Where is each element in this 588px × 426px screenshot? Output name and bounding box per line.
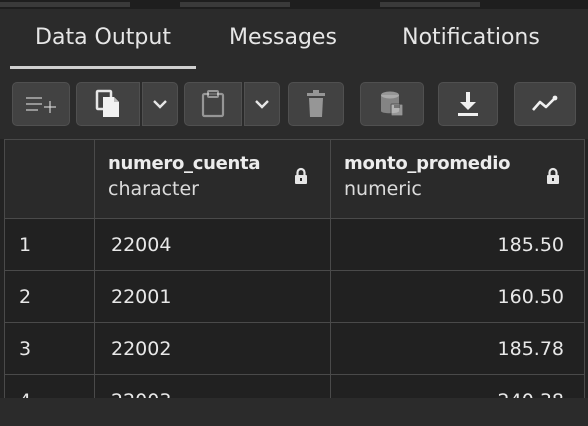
cell-monto-promedio[interactable]: 160.50 xyxy=(330,270,585,323)
tab-data-output-label: Data Output xyxy=(35,25,171,50)
table-row[interactable]: 1 22004 185.50 xyxy=(4,218,585,271)
table-row[interactable]: 3 22002 185.78 xyxy=(4,322,585,375)
column-header-monto-promedio[interactable]: monto_promedio numeric xyxy=(330,139,585,219)
graph-visualiser-button[interactable] xyxy=(514,82,576,126)
row-number[interactable]: 3 xyxy=(4,322,95,375)
tab-notifications[interactable]: Notifications xyxy=(378,9,564,73)
delete-icon xyxy=(307,90,325,117)
download-button[interactable] xyxy=(438,82,498,126)
lock-icon xyxy=(547,167,559,184)
copy-button[interactable] xyxy=(76,82,140,126)
graph-icon xyxy=(532,95,558,111)
column-header-numero-cuenta[interactable]: numero_cuenta character xyxy=(94,139,331,219)
row-number-header[interactable] xyxy=(4,139,95,219)
cell-monto-promedio[interactable]: 185.50 xyxy=(330,218,585,271)
lock-icon xyxy=(295,167,307,184)
data-output-toolbar xyxy=(0,73,588,139)
grid-empty-area xyxy=(0,398,588,426)
paste-options-dropdown[interactable] xyxy=(244,82,280,126)
paste-button[interactable] xyxy=(184,82,242,126)
tab-messages-label: Messages xyxy=(229,25,337,50)
copy-options-dropdown[interactable] xyxy=(142,82,178,126)
chevron-down-icon xyxy=(255,100,269,109)
delete-row-button[interactable] xyxy=(288,82,344,126)
results-tab-bar: Data Output Messages Notifications xyxy=(0,9,588,73)
chevron-down-icon xyxy=(153,100,167,109)
tab-messages[interactable]: Messages xyxy=(210,9,356,73)
grid-header-row: numero_cuenta character monto_promedio n… xyxy=(4,139,585,219)
cell-numero-cuenta[interactable]: 22004 xyxy=(94,218,331,271)
query-results-panel: Data Output Messages Notifications numer… xyxy=(0,0,588,426)
cell-numero-cuenta[interactable]: 22002 xyxy=(94,322,331,375)
paste-icon xyxy=(201,90,225,118)
tab-data-output[interactable]: Data Output xyxy=(10,9,196,73)
tab-notifications-label: Notifications xyxy=(402,25,540,50)
result-grid: numero_cuenta character monto_promedio n… xyxy=(4,139,585,426)
top-edge xyxy=(0,0,588,9)
row-number[interactable]: 2 xyxy=(4,270,95,323)
top-edge-segment xyxy=(180,2,290,7)
table-row[interactable]: 2 22001 160.50 xyxy=(4,270,585,323)
top-edge-segment xyxy=(0,2,130,7)
cell-numero-cuenta[interactable]: 22001 xyxy=(94,270,331,323)
top-edge-segment xyxy=(380,2,480,7)
cell-monto-promedio[interactable]: 185.78 xyxy=(330,322,585,375)
save-data-icon xyxy=(381,91,404,117)
row-number[interactable]: 1 xyxy=(4,218,95,271)
add-row-icon xyxy=(26,97,56,113)
save-data-button[interactable] xyxy=(360,82,424,126)
copy-icon xyxy=(95,89,119,117)
download-icon xyxy=(458,92,478,116)
add-row-button[interactable] xyxy=(12,82,70,126)
